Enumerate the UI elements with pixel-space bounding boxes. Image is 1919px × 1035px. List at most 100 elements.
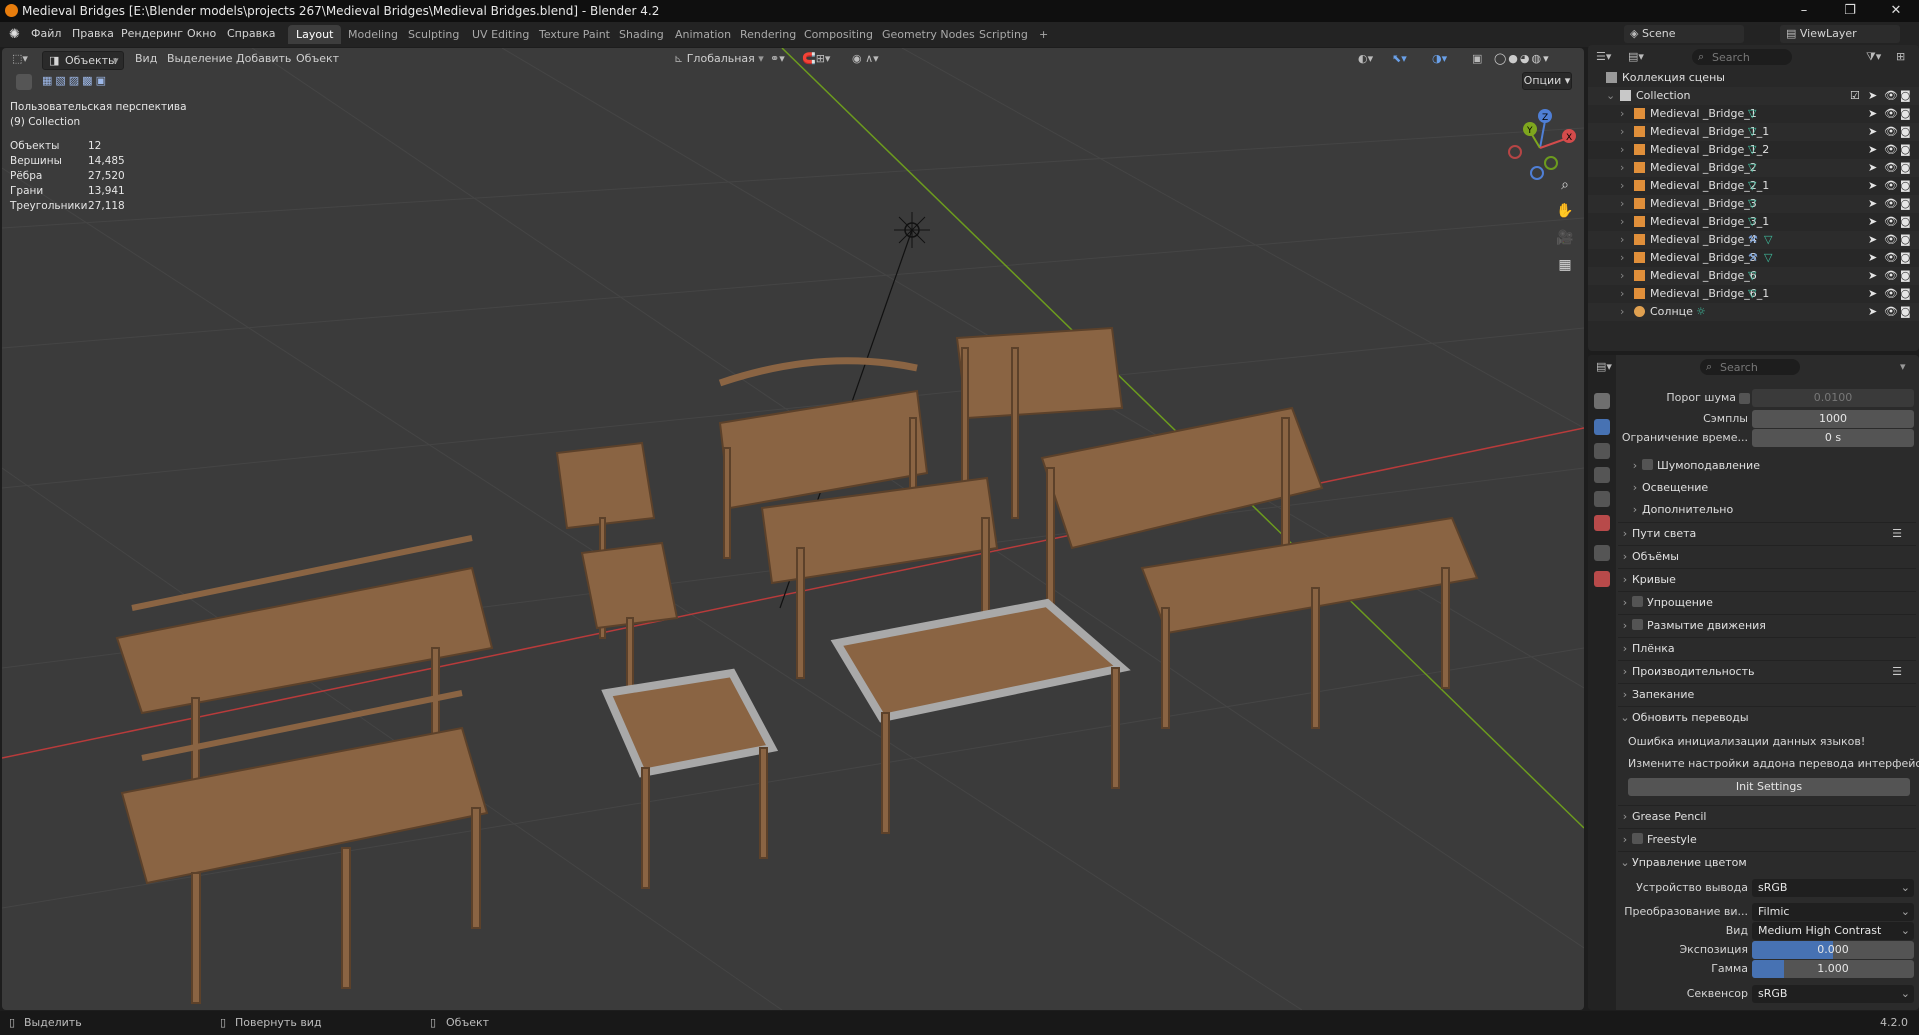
visibility-icon[interactable]: ◐▾ [1358,52,1373,65]
camera-icon[interactable]: ◙ [1900,177,1911,195]
menu-view[interactable]: Вид [135,52,157,65]
camera-icon[interactable]: ◙ [1900,231,1911,249]
chevron-right-icon[interactable]: › [1620,303,1624,321]
selectable-icon[interactable]: ➤ [1868,285,1877,303]
mesh-data-icon[interactable]: ▽ [1748,267,1756,285]
render-tab-icon[interactable] [1594,419,1610,435]
outliner-object-row[interactable]: › Medieval _Bridge_2_1 ▽ ➤ 👁 ◙ [1588,177,1919,195]
camera-icon[interactable]: ◙ [1900,267,1911,285]
camera-icon[interactable]: ◙ [1900,285,1911,303]
chevron-right-icon[interactable]: › [1620,285,1624,303]
menu-add[interactable]: Добавить [236,52,291,65]
viewport-canvas[interactable] [2,48,1584,1010]
eye-icon[interactable]: 👁 [1884,195,1898,213]
tool-tab-icon[interactable] [1594,393,1610,409]
overlay-toggle-icon[interactable]: ◑▾ [1432,52,1447,65]
tab-texture-paint[interactable]: Texture Paint [531,25,618,44]
update-translations-section[interactable]: ⌄ Обновить переводы [1618,706,1916,728]
mesh-data-icon[interactable]: ▽ [1748,123,1756,141]
selectable-icon[interactable]: ➤ [1868,141,1877,159]
world-tab-icon[interactable] [1594,515,1610,531]
properties-search-input[interactable]: ⌕ Search [1700,359,1800,375]
denoising-checkbox[interactable] [1642,459,1653,470]
output-tab-icon[interactable] [1594,443,1610,459]
tab-scripting[interactable]: Scripting [971,25,1036,44]
eye-icon[interactable]: 👁 [1884,105,1898,123]
eye-icon[interactable]: 👁 [1884,87,1898,105]
outliner-object-row[interactable]: › Medieval _Bridge_4 ⚒ ▽ ➤ 👁 ◙ [1588,231,1919,249]
time-limit-field[interactable]: 0 s [1752,429,1914,447]
eye-icon[interactable]: 👁 [1884,231,1898,249]
eye-icon[interactable]: 👁 [1884,213,1898,231]
menu-window[interactable]: Окно [187,27,216,40]
gizmo-toggle-icon[interactable]: ⬉▾ [1392,52,1407,65]
view-transform-dropdown[interactable]: Filmic ⌄ [1752,903,1914,921]
camera-icon[interactable]: ◙ [1900,123,1911,141]
chevron-right-icon[interactable]: › [1620,195,1624,213]
eye-icon[interactable]: 👁 [1884,177,1898,195]
shading-modes-icon[interactable]: ◯●◕◍▾ [1494,52,1551,65]
pivot-icon[interactable]: ⚭▾ [770,52,785,65]
outliner-editor-icon[interactable]: ☰▾ [1596,50,1611,63]
gamma-slider[interactable]: 1.000 [1752,960,1914,978]
sun-data-icon[interactable]: ☼ [1696,303,1706,321]
color-management-section[interactable]: ⌄ Управление цветом [1618,851,1916,873]
chevron-down-icon[interactable]: ⌄ [1606,87,1615,105]
look-dropdown[interactable]: Medium High Contrast ⌄ [1752,922,1914,940]
selectable-icon[interactable]: ➤ [1868,303,1877,321]
chevron-right-icon[interactable]: › [1620,231,1624,249]
selectable-icon[interactable]: ➤ [1868,195,1877,213]
presets-icon[interactable]: ☰ [1892,661,1902,683]
tab-compositing[interactable]: Compositing [796,25,881,44]
selectable-icon[interactable]: ➤ [1868,213,1877,231]
zoom-icon[interactable]: ⌕ [1553,173,1577,197]
eye-icon[interactable]: 👁 [1884,159,1898,177]
checkbox-icon[interactable]: ☑ [1850,87,1860,105]
mesh-data-icon[interactable]: ▽ [1748,195,1756,213]
freestyle-section[interactable]: › Freestyle [1618,828,1916,850]
noise-threshold-checkbox[interactable] [1739,393,1750,404]
eye-icon[interactable]: 👁 [1884,249,1898,267]
mesh-data-icon[interactable]: ▽ [1748,285,1756,303]
outliner-object-row[interactable]: › Medieval _Bridge_1 ▽ ➤ 👁 ◙ [1588,105,1919,123]
chevron-right-icon[interactable]: › [1620,249,1624,267]
volumes-section[interactable]: › Объёмы [1618,545,1916,567]
film-section[interactable]: › Плёнка [1618,637,1916,659]
selectable-icon[interactable]: ➤ [1868,177,1877,195]
chevron-down-icon[interactable]: ▾ [1900,360,1906,373]
3d-viewport[interactable]: ⬚▾ ◨ Объекты ▾ Вид Выделение Добавить Об… [2,48,1584,1010]
xray-icon[interactable]: ▣ [1472,52,1482,65]
maximize-button[interactable]: ❐ [1827,0,1873,22]
menu-help[interactable]: Справка [227,27,275,40]
display-device-dropdown[interactable]: sRGB ⌄ [1752,879,1914,897]
tab-layout[interactable]: Layout [288,25,342,44]
mesh-data-icon[interactable]: ▽ [1748,177,1756,195]
outliner-object-row[interactable]: › Солнце ☼ ➤ 👁 ◙ [1588,303,1919,321]
camera-view-icon[interactable]: 🎥 [1553,226,1577,250]
camera-icon[interactable]: ◙ [1900,87,1911,105]
chevron-right-icon[interactable]: › [1620,213,1624,231]
transform-orientation[interactable]: ⊾ Глобальная ▾ [674,52,764,65]
display-mode-icon[interactable]: ▤▾ [1628,50,1644,63]
camera-icon[interactable]: ◙ [1900,159,1911,177]
chevron-right-icon[interactable]: › [1620,159,1624,177]
presets-icon[interactable]: ☰ [1892,523,1902,545]
options-button[interactable]: Опции ▾ [1522,72,1572,90]
curves-section[interactable]: › Кривые [1618,568,1916,590]
bake-section[interactable]: › Запекание [1618,683,1916,705]
init-settings-button[interactable]: Init Settings [1628,778,1910,796]
scene-tab-icon[interactable] [1594,491,1610,507]
outliner-object-row[interactable]: › Medieval _Bridge_3 ▽ ➤ 👁 ◙ [1588,195,1919,213]
mesh-data-icon[interactable]: ▽ [1748,213,1756,231]
eye-icon[interactable]: 👁 [1884,123,1898,141]
camera-icon[interactable]: ◙ [1900,303,1911,321]
camera-icon[interactable]: ◙ [1900,141,1911,159]
collection-row[interactable]: ⌄ Collection ☑ ➤ 👁 ◙ [1588,87,1919,105]
tab-shading[interactable]: Shading [611,25,672,44]
chevron-right-icon[interactable]: › [1620,105,1624,123]
mesh-data-icon[interactable]: ▽ [1748,159,1756,177]
filter-icon[interactable]: ⧩▾ [1866,50,1881,64]
selectable-icon[interactable]: ➤ [1868,123,1877,141]
motion-blur-section[interactable]: › Размытие движения [1618,614,1916,636]
modifier-wrench-icon[interactable]: ⚒ [1748,231,1758,249]
